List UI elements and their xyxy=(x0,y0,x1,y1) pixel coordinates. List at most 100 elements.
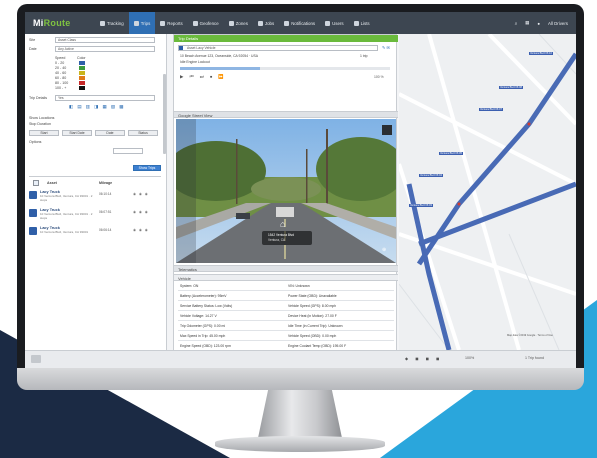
nav-item-trips[interactable]: Trips xyxy=(128,12,156,34)
detail-divider xyxy=(178,340,394,341)
truck-icon xyxy=(29,191,37,199)
detail-right: VIN: Unknown xyxy=(288,284,310,288)
app-logo[interactable]: Mi Route xyxy=(25,12,95,34)
top-navigation-bar: Mi Route Tracking Trips Reports Geofence Zone… xyxy=(25,12,576,34)
zoom-controls[interactable]: ⊕ xyxy=(382,247,386,253)
legend-range: 100 - + xyxy=(55,86,67,90)
playback-speed[interactable]: 100 % xyxy=(374,75,384,79)
map-streets xyxy=(399,34,576,350)
legend-swatch xyxy=(79,61,85,65)
asset-address: 10 Ventura Blvd, Ventura, CA 93001 · 2 s… xyxy=(40,194,93,202)
map-view[interactable]: Ventura Blvd 06:10 Ventura Blvd 06:08 Vent… xyxy=(399,34,576,350)
nav-right-controls: ⌕ ▦ ● All Drivers xyxy=(515,20,576,26)
filter-button[interactable]: Start Date xyxy=(62,130,92,136)
edit-icon[interactable]: ✎ ✉ xyxy=(382,45,390,50)
asset-mileage: 06:06:14 xyxy=(99,228,112,232)
select-all-checkbox[interactable] xyxy=(33,180,39,186)
legend-range: 80 - 100 xyxy=(55,81,69,85)
asset-mileage: 06:07:51 xyxy=(99,210,112,214)
nav-item-zones[interactable]: Zones xyxy=(224,12,253,34)
trip-details-select[interactable]: Yes xyxy=(55,95,155,101)
nav-item-lists[interactable]: Lists xyxy=(349,12,375,34)
collapse-button[interactable] xyxy=(31,355,41,363)
left-scrollbar[interactable] xyxy=(163,74,166,154)
asset-mileage: 06:10:14 xyxy=(99,192,112,196)
search-icon[interactable]: ⌕ xyxy=(515,21,517,26)
map-route-label[interactable]: Ventura Blvd 06:03 xyxy=(409,204,433,207)
options-select[interactable] xyxy=(113,148,143,154)
drivers-selector[interactable]: All Drivers xyxy=(548,21,568,26)
filter-button[interactable]: Start xyxy=(29,130,59,136)
asset-list-item[interactable]: Lacy Truck 10 Ventura Blvd, Ventura, CA 9… xyxy=(29,190,161,206)
detail-right: Vehicle Speed (GPS): 8.00 mph xyxy=(288,304,337,308)
nav-geofence-icon xyxy=(192,20,198,26)
filter-label: Date xyxy=(29,47,37,51)
filter-select[interactable]: Any Active xyxy=(55,46,155,52)
navigation-arrow-icon[interactable]: ⌂ xyxy=(280,219,285,229)
asset-action-icons[interactable]: ◉ ◉ ◉ xyxy=(133,210,149,214)
nav-item-users[interactable]: Users xyxy=(320,12,348,34)
truck-icon xyxy=(29,227,37,235)
nav-item-jobs[interactable]: Jobs xyxy=(253,12,279,34)
trip-timeline[interactable] xyxy=(180,67,390,70)
street-view-caption: 1542 Ventura Blvd Ventura, CA xyxy=(262,231,312,245)
show-trips-button[interactable]: Show Trips xyxy=(133,165,161,171)
map-route-label[interactable]: Ventura Blvd 06:08 xyxy=(499,86,523,89)
details-subheader: Vehicle xyxy=(174,274,398,281)
list-divider xyxy=(29,176,161,177)
street-view-header: Google Street View xyxy=(174,111,398,118)
detail-left: Vehicle Voltage: 14.27 V xyxy=(180,314,217,318)
monitor-chin xyxy=(17,368,584,390)
nav-item-geofence[interactable]: Geofence xyxy=(188,12,224,34)
legend-swatch xyxy=(79,86,85,90)
trip-address: 10 Beach Avenue 123, Oceanside, CA 92054… xyxy=(180,54,258,58)
playback-controls[interactable]: ▶ ⏮ ⏭ ⏹ ⏩ xyxy=(180,74,226,80)
show-locations-label: Show Locations xyxy=(29,116,55,120)
nav-item-label: Trips xyxy=(140,20,151,26)
app-screen: Mi Route Tracking Trips Reports Geofence Zone… xyxy=(25,12,576,368)
options-label: Options xyxy=(29,140,42,144)
detail-divider xyxy=(178,320,394,321)
nav-item-tracking[interactable]: Tracking xyxy=(95,12,129,34)
street-view-image[interactable]: 1542 Ventura Blvd Ventura, CA ⌂ ⊕ xyxy=(176,119,396,263)
detail-right: Idle Time (in Current Trip): Unknown xyxy=(288,324,343,328)
nav-item-notifications[interactable]: Notifications xyxy=(279,12,320,34)
status-icons[interactable]: ◆ ◼ ◼ ◼ xyxy=(405,356,442,361)
legend-range: 0 - 20 xyxy=(55,61,65,65)
asset-select[interactable]: Asset Lacy Vehicle xyxy=(178,45,378,51)
asset-list-item[interactable]: Lacy Truck 10 Ventura Blvd, Ventura, CA 9… xyxy=(29,226,161,242)
marketing-composition: Mi Route Tracking Trips Reports Geofence Zone… xyxy=(0,0,597,458)
user-icon[interactable]: ● xyxy=(537,21,540,26)
nav-tracking-icon xyxy=(100,20,105,26)
filter-select[interactable]: Asset Class xyxy=(55,37,155,43)
zoom-level[interactable]: 100% xyxy=(465,356,474,360)
legend-swatch xyxy=(79,71,85,75)
filter-button[interactable]: Status xyxy=(128,130,158,136)
trip-count: 1 trip xyxy=(360,54,368,58)
map-route-label[interactable]: Ventura Blvd 06:05 xyxy=(439,152,463,155)
fullscreen-icon[interactable] xyxy=(382,125,392,135)
asset-action-icons[interactable]: ◉ ◉ ◉ xyxy=(133,228,149,232)
nav-item-label: Reports xyxy=(167,20,183,26)
details-header: Telematics xyxy=(174,265,398,272)
trip-status: Idle Engine Lockout xyxy=(180,60,210,64)
grid-icon[interactable]: ▦ xyxy=(525,20,529,26)
asset-list-item[interactable]: Lacy Truck 10 Ventura Blvd, Ventura, CA 9… xyxy=(29,208,161,224)
asset-address: 10 Ventura Blvd, Ventura, CA 93001 xyxy=(40,230,89,234)
asset-address: 10 Ventura Blvd, Ventura, CA 93001 · 2 s… xyxy=(40,212,93,220)
map-route-label[interactable]: Ventura Blvd 06:07 xyxy=(479,108,503,111)
monitor-stand-base xyxy=(215,436,385,452)
filter-button[interactable]: Date xyxy=(95,130,125,136)
map-route-label[interactable]: Ventura Blvd 06:04 xyxy=(419,174,443,177)
map-tool-icons[interactable]: ◧ ▤ ▥ ◨ ▦ ▧ ▩ xyxy=(69,104,125,110)
trip-panel-header: Trip Details xyxy=(174,35,398,42)
legend-range: 60 - 80 xyxy=(55,76,67,80)
legend-swatch xyxy=(79,76,85,80)
map-route-label[interactable]: Ventura Blvd 06:10 xyxy=(529,52,553,55)
detail-left: Service Battery Status: Low (Volts) xyxy=(180,304,233,308)
list-header-mileage: Mileage xyxy=(99,181,113,185)
nav-lists-icon xyxy=(353,20,359,26)
monitor-stand-neck xyxy=(258,390,342,438)
nav-item-reports[interactable]: Reports xyxy=(155,12,187,34)
asset-action-icons[interactable]: ◉ ◉ ◉ xyxy=(133,192,149,196)
